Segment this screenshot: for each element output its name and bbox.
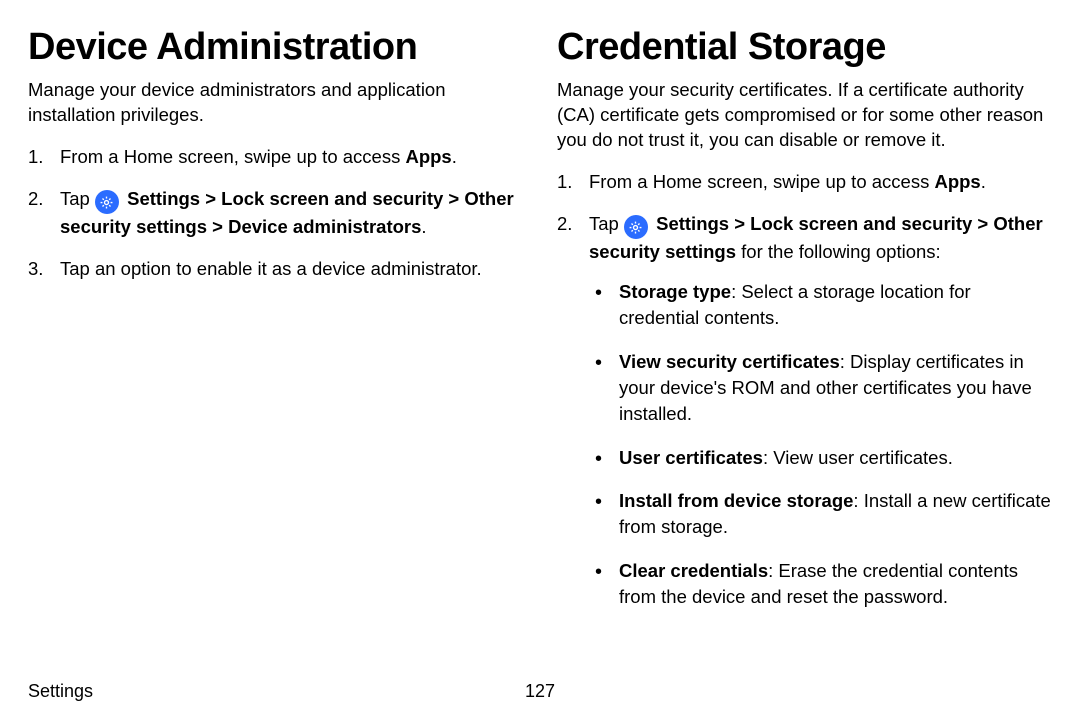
heading-credential-storage: Credential Storage (557, 28, 1052, 68)
intro-left: Manage your device administrators and ap… (28, 78, 523, 128)
option-label: User certificates (619, 447, 763, 468)
heading-device-admin: Device Administration (28, 28, 523, 68)
step-2-left: Tap Settings > Lock screen and security … (28, 186, 523, 240)
page-footer: Settings 127 (28, 681, 1052, 702)
settings-gear-icon (95, 190, 119, 214)
step-3-left: Tap an option to enable it as a device a… (28, 256, 523, 282)
step-1-right: From a Home screen, swipe up to access A… (557, 169, 1052, 195)
option-label: View security certificates (619, 351, 840, 372)
steps-right: From a Home screen, swipe up to access A… (557, 169, 1052, 610)
settings-gear-icon (624, 215, 648, 239)
step-1-left: From a Home screen, swipe up to access A… (28, 144, 523, 170)
right-column: Credential Storage Manage your security … (557, 28, 1052, 628)
step-text: From a Home screen, swipe up to access (589, 171, 934, 192)
left-column: Device Administration Manage your device… (28, 28, 523, 628)
option-view-certs: View security certificates: Display cert… (589, 349, 1052, 427)
option-install-storage: Install from device storage: Install a n… (589, 488, 1052, 540)
option-user-certs: User certificates: View user certificate… (589, 445, 1052, 471)
step-text: Tap (60, 188, 95, 209)
footer-section: Settings (28, 681, 93, 702)
option-storage-type: Storage type: Select a storage location … (589, 279, 1052, 331)
steps-left: From a Home screen, swipe up to access A… (28, 144, 523, 282)
apps-bold: Apps (405, 146, 451, 167)
step-text: From a Home screen, swipe up to access (60, 146, 405, 167)
apps-bold: Apps (934, 171, 980, 192)
step-text: for the following options: (736, 241, 941, 262)
option-label: Storage type (619, 281, 731, 302)
nav-path: Settings > Lock screen and security > Ot… (60, 188, 514, 238)
option-label: Install from device storage (619, 490, 853, 511)
step-2-right: Tap Settings > Lock screen and security … (557, 211, 1052, 610)
intro-right: Manage your security certificates. If a … (557, 78, 1052, 153)
step-text: . (452, 146, 457, 167)
footer-page-number: 127 (525, 681, 555, 702)
step-text: . (981, 171, 986, 192)
step-text: Tap (589, 213, 624, 234)
option-desc: : View user certificates. (763, 447, 953, 468)
option-clear-creds: Clear credentials: Erase the credential … (589, 558, 1052, 610)
step-text: . (421, 216, 426, 237)
options-list: Storage type: Select a storage location … (589, 279, 1052, 610)
option-label: Clear credentials (619, 560, 768, 581)
